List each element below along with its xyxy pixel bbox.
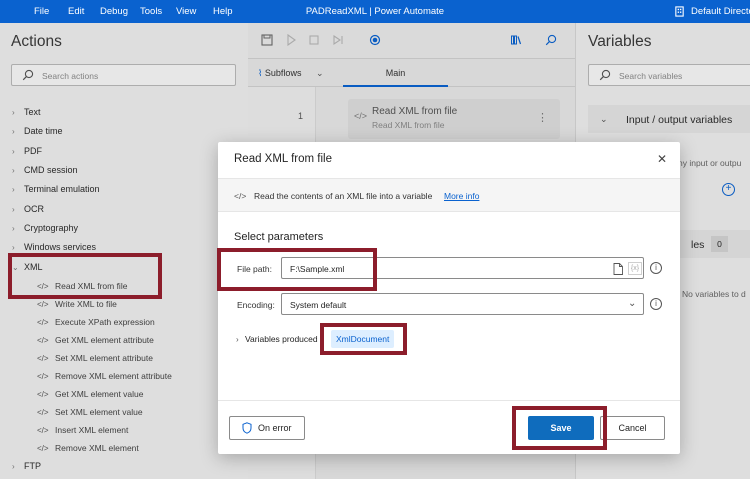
- on-error-button[interactable]: On error: [229, 416, 305, 440]
- shield-icon: [242, 422, 252, 434]
- section-heading: Select parameters: [234, 231, 324, 243]
- encoding-select[interactable]: System default ⌄: [281, 293, 644, 315]
- on-error-label: On error: [258, 423, 292, 433]
- highlight-box: [217, 248, 377, 291]
- more-info-link[interactable]: More info: [444, 191, 479, 201]
- chevron-down-icon: ⌄: [628, 298, 637, 309]
- cancel-button[interactable]: Cancel: [600, 416, 665, 440]
- highlight-box: [512, 406, 607, 450]
- building-icon: [675, 6, 684, 17]
- variables-produced-label: Variables produced: [245, 334, 318, 344]
- dialog-description: </> Read the contents of an XML file int…: [218, 178, 680, 212]
- highlight-box: [320, 323, 407, 355]
- encoding-label: Encoding:: [237, 300, 275, 310]
- dialog-title: Read XML from file: [234, 153, 332, 165]
- info-icon[interactable]: i: [650, 262, 662, 274]
- info-icon[interactable]: i: [650, 298, 662, 310]
- encoding-value: System default: [290, 300, 347, 310]
- user-name: Default Director: [691, 6, 750, 17]
- file-icon[interactable]: [613, 263, 623, 275]
- close-icon[interactable]: ✕: [657, 152, 667, 166]
- read-xml-dialog: Read XML from file ✕ </> Read the conten…: [218, 142, 680, 454]
- code-icon: </>: [234, 191, 247, 201]
- highlight-box: [8, 253, 162, 299]
- window-title: PADReadXML | Power Automate: [305, 6, 445, 17]
- variable-picker-icon[interactable]: {x}: [628, 262, 642, 275]
- title-bar: File Edit Debug Tools View Help PADReadX…: [0, 0, 750, 23]
- chevron-right-icon[interactable]: ›: [236, 335, 239, 344]
- dialog-footer-divider: [218, 400, 680, 401]
- description-text: Read the contents of an XML file into a …: [254, 191, 433, 201]
